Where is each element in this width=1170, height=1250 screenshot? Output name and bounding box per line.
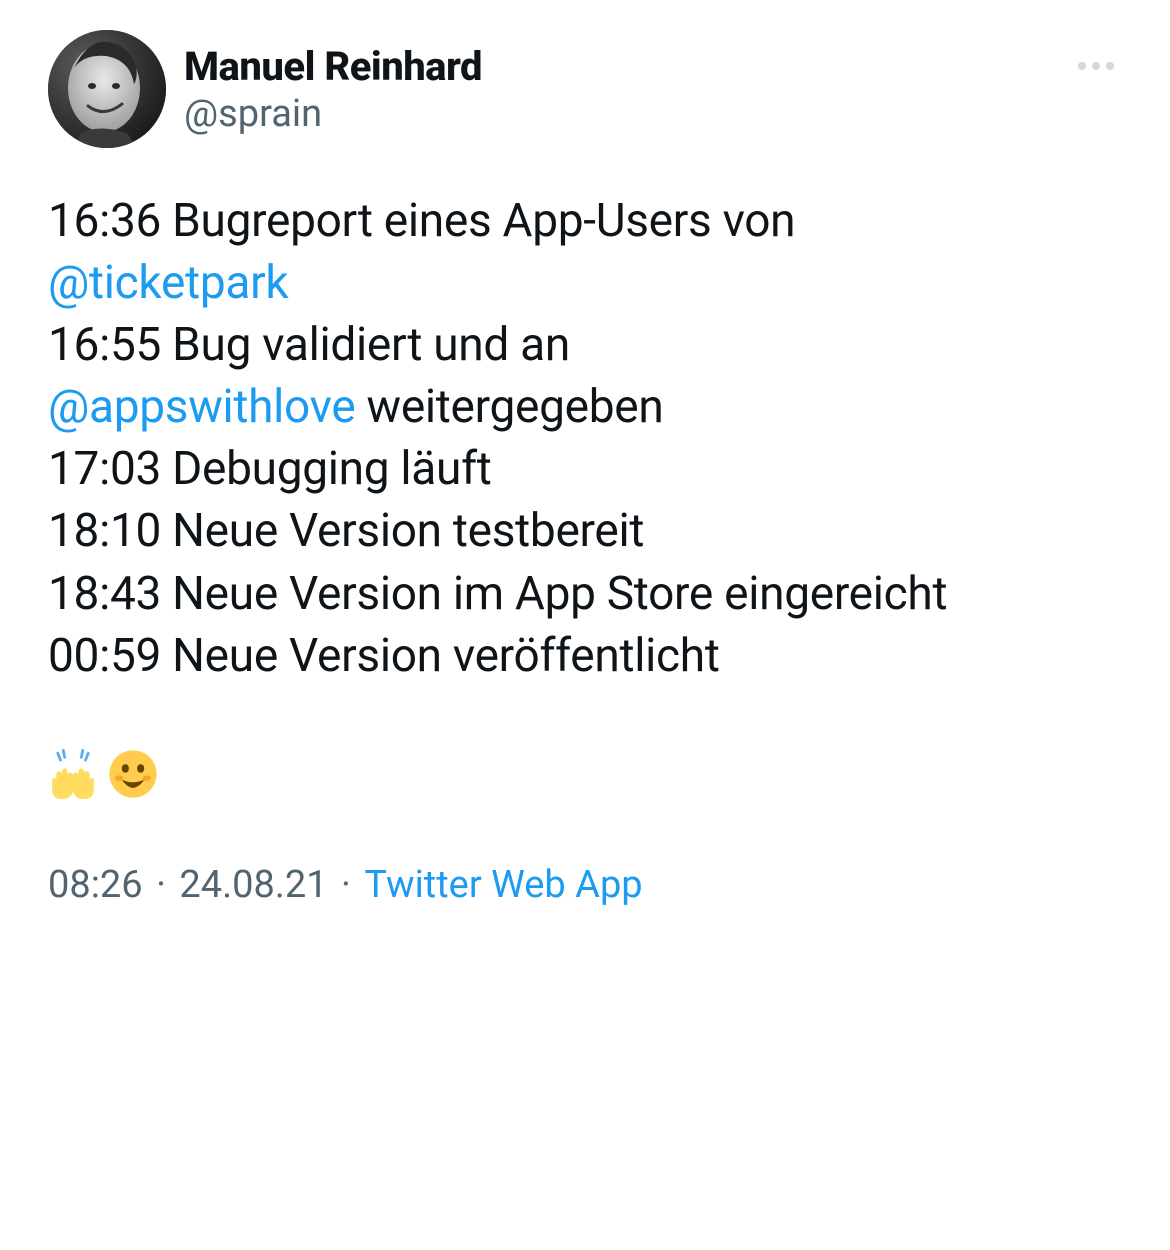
emoji-row [48, 749, 1122, 799]
mention-appswithlove[interactable]: @appswithlove [48, 380, 355, 434]
meta-separator: · [328, 863, 365, 907]
username[interactable]: @sprain [184, 92, 482, 136]
tweet-text: 16:36 Bugreport eines App-Users von @tic… [48, 190, 1122, 799]
display-name[interactable]: Manuel Reinhard [184, 43, 482, 90]
tweet-line-4: 18:10 Neue Version testbereit [48, 504, 644, 558]
user-names: Manuel Reinhard @sprain [184, 43, 482, 136]
tweet-header: Manuel Reinhard @sprain [48, 30, 1122, 148]
tweet-line-1-prefix: 16:36 Bugreport eines App-Users von [48, 194, 795, 248]
tweet-line-6: 00:59 Neue Version veröffentlicht [48, 629, 720, 683]
mention-ticketpark[interactable]: @ticketpark [48, 256, 288, 310]
avatar[interactable] [48, 30, 166, 148]
tweet-source[interactable]: Twitter Web App [364, 863, 642, 907]
more-options-button[interactable] [1070, 54, 1122, 78]
user-info[interactable]: Manuel Reinhard @sprain [48, 30, 482, 148]
avatar-image [48, 30, 166, 148]
meta-separator: · [143, 863, 180, 907]
tweet-line-5: 18:43 Neue Version im App Store eingerei… [48, 567, 947, 621]
tweet-line-3: 17:03 Debugging läuft [48, 442, 492, 496]
ellipsis-icon [1092, 62, 1100, 70]
smiling-face-icon [108, 749, 158, 799]
tweet-container: Manuel Reinhard @sprain 16:36 Bugreport … [0, 0, 1170, 937]
ellipsis-icon [1078, 62, 1086, 70]
tweet-line-2-prefix: 16:55 Bug validiert und an [48, 318, 570, 372]
tweet-time[interactable]: 08:26 [48, 863, 143, 907]
ellipsis-icon [1106, 62, 1114, 70]
tweet-date[interactable]: 24.08.21 [179, 863, 327, 907]
tweet-meta: 08:26 · 24.08.21 · Twitter Web App [48, 863, 1122, 907]
tweet-line-2-suffix: weitergegeben [355, 380, 663, 434]
raising-hands-icon [48, 749, 98, 799]
